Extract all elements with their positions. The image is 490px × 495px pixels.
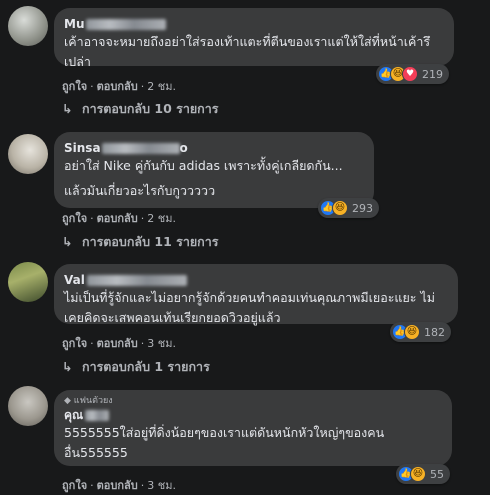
haha-icon: 😆 <box>404 324 420 340</box>
reaction-count: 55 <box>430 467 444 481</box>
haha-icon: 😆 <box>410 466 426 482</box>
timestamp[interactable]: 2 ชม. <box>147 212 176 225</box>
reply-button[interactable]: ตอบกลับ <box>97 80 138 93</box>
comment-bubble: ◆ แฟนตัวยง คุณ 5555555ใส่อยู่ที่ดิ่งน้อย… <box>54 390 452 466</box>
redacted-name <box>85 410 110 421</box>
comment-text: 5555555ใส่อยู่ที่ดิ่งน้อยๆของเราแต่ดันหน… <box>64 425 385 460</box>
like-button[interactable]: ถูกใจ <box>62 479 87 492</box>
like-button[interactable]: ถูกใจ <box>62 337 87 350</box>
reply-button[interactable]: ตอบกลับ <box>97 337 138 350</box>
reaction-summary[interactable]: 👍 😆 293 <box>318 198 379 218</box>
reaction-count: 182 <box>424 325 445 339</box>
commenter-name[interactable]: คุณ <box>64 407 442 423</box>
love-icon: ♥ <box>402 66 418 82</box>
haha-icon: 😆 <box>332 200 348 216</box>
diamond-icon: ◆ <box>64 396 71 406</box>
reaction-count: 293 <box>352 201 373 215</box>
comment-bubble: Val ไม่เป็นที่รู้จักและไม่อยากรู้จักด้วย… <box>54 264 458 325</box>
view-replies-link[interactable]: ↳ การตอบกลับ 1 รายการ <box>62 357 210 377</box>
commenter-name[interactable]: Mu <box>64 16 444 32</box>
reply-button[interactable]: ตอบกลับ <box>97 479 138 492</box>
comment-text: ไม่เป็นที่รู้จักและไม่อยากรู้จักด้วยคนทำ… <box>64 290 436 325</box>
avatar[interactable] <box>8 386 48 426</box>
redacted-name <box>86 19 167 30</box>
avatar[interactable] <box>8 134 48 174</box>
comment-bubble: Mu เค้าอาจจะหมายถึงอย่าใส่รองเท้าแตะที่ต… <box>54 8 454 69</box>
reaction-summary[interactable]: 👍 😆 ♥ 219 <box>376 64 449 84</box>
comment-actions: ถูกใจ · ตอบกลับ · 2 ชม. <box>62 212 176 225</box>
reply-arrow-icon: ↳ <box>62 101 73 116</box>
avatar[interactable] <box>8 6 48 46</box>
reply-arrow-icon: ↳ <box>62 234 73 249</box>
reaction-summary[interactable]: 👍 😆 55 <box>396 464 450 484</box>
commenter-name[interactable]: Sinsa o <box>64 140 364 156</box>
timestamp[interactable]: 3 ชม. <box>147 479 176 492</box>
reaction-count: 219 <box>422 67 443 81</box>
comment-bubble: Sinsa o อย่าใส่ Nike คู่กันกับ adidas เพร… <box>54 132 374 208</box>
comment-text-line-2: แล้วมันเกี่ยวอะไรกับกูววววว <box>64 183 216 198</box>
redacted-name <box>101 143 180 154</box>
avatar[interactable] <box>8 262 48 302</box>
view-replies-link[interactable]: ↳ การตอบกลับ 11 รายการ <box>62 232 218 252</box>
like-button[interactable]: ถูกใจ <box>62 212 87 225</box>
comment-actions: ถูกใจ · ตอบกลับ · 2 ชม. <box>62 80 176 93</box>
redacted-name <box>86 275 187 286</box>
reaction-summary[interactable]: 👍 😆 182 <box>390 322 451 342</box>
comment-actions: ถูกใจ · ตอบกลับ · 3 ชม. <box>62 479 176 492</box>
top-fan-badge: ◆ แฟนตัวยง <box>64 396 113 406</box>
like-button[interactable]: ถูกใจ <box>62 80 87 93</box>
comment-text-line-1: อย่าใส่ Nike คู่กันกับ adidas เพราะทั้งค… <box>64 158 343 173</box>
view-replies-link[interactable]: ↳ การตอบกลับ 10 รายการ <box>62 99 218 119</box>
commenter-name[interactable]: Val <box>64 272 448 288</box>
reply-arrow-icon: ↳ <box>62 359 73 374</box>
timestamp[interactable]: 3 ชม. <box>147 337 176 350</box>
comment-actions: ถูกใจ · ตอบกลับ · 3 ชม. <box>62 337 176 350</box>
timestamp[interactable]: 2 ชม. <box>147 80 176 93</box>
reply-button[interactable]: ตอบกลับ <box>97 212 138 225</box>
